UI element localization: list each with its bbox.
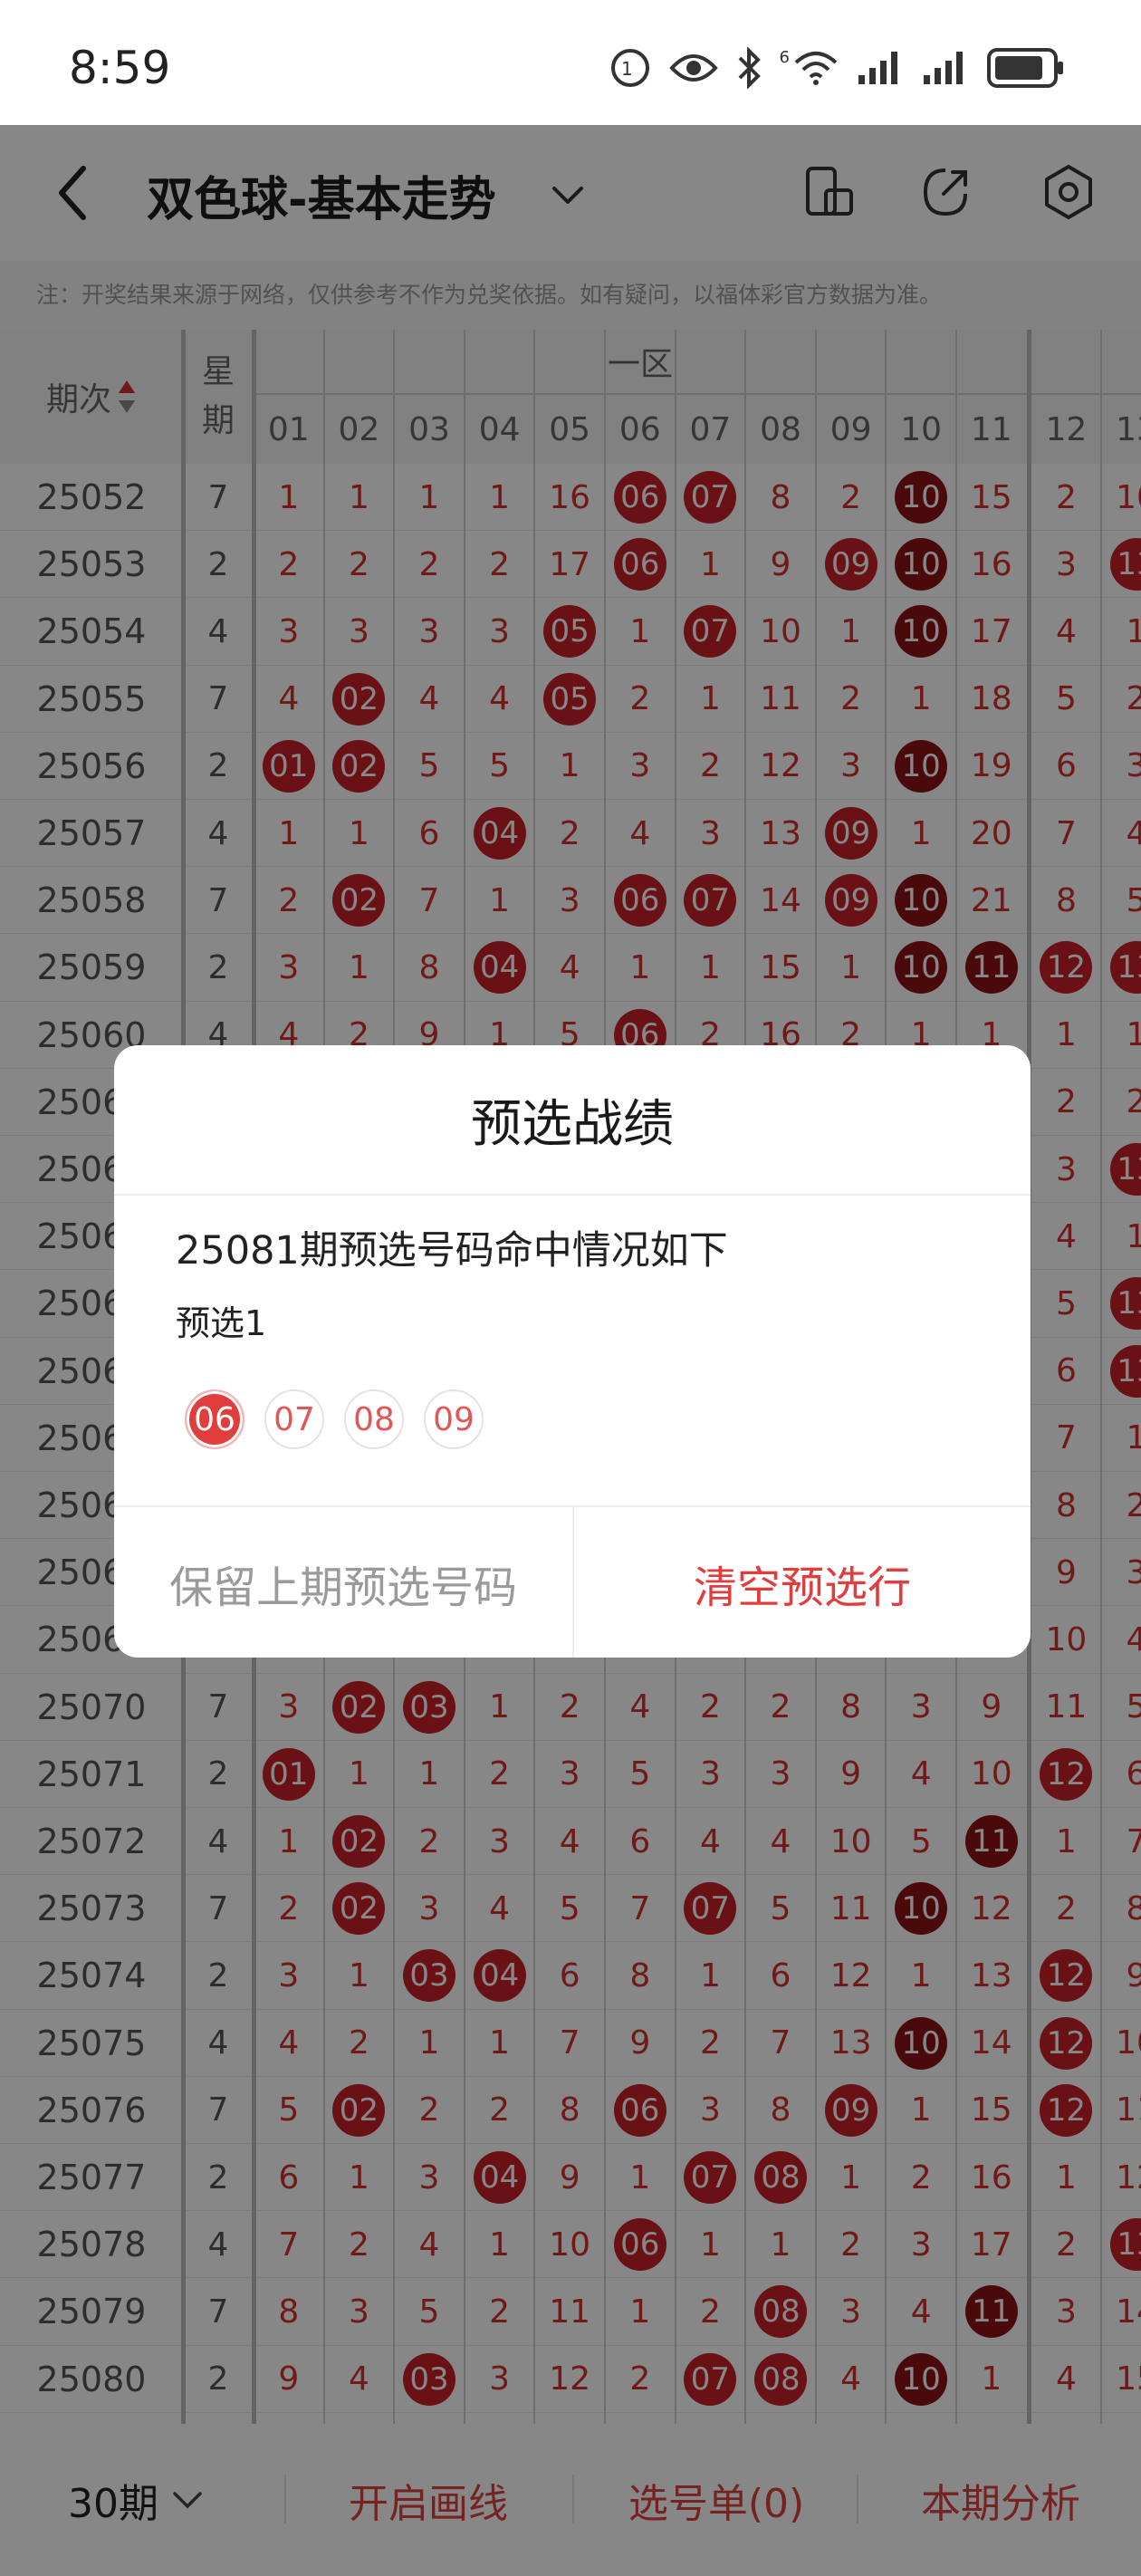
- svg-text:1: 1: [621, 58, 633, 80]
- network-type-label: 6: [779, 47, 790, 67]
- preselect-result-dialog: 预选战绩 25081期预选号码命中情况如下 预选1 06 07 08 09 保留上期预…: [114, 1045, 1031, 1658]
- dialog-message: 25081期预选号码命中情况如下: [176, 1228, 728, 1274]
- wifi-icon: [794, 52, 838, 85]
- preselect-balls: 06 07 08 09: [185, 1389, 484, 1449]
- preselect-ball-hit: 06: [185, 1389, 244, 1449]
- preselect-ball: 09: [424, 1389, 484, 1449]
- signal-icon-sim2: [924, 52, 963, 84]
- signal-icon-sim1: [858, 52, 897, 84]
- preselect-ball: 08: [344, 1389, 404, 1449]
- app-root: 8:59 1 6 双色球-基本走势 注：开奖结果来源于网络，仅供参考不作为兑奖依…: [0, 0, 1141, 2576]
- keep-last-preselect-button[interactable]: 保留上期预选号码: [114, 1507, 572, 1658]
- dialog-footer: 保留上期预选号码 清空预选行: [114, 1505, 1031, 1658]
- preselect-ball: 07: [264, 1389, 324, 1449]
- status-bar: 8:59 1 6: [0, 0, 1141, 125]
- data-saver-icon: 1: [610, 49, 649, 87]
- dialog-title: 预选战绩: [114, 1045, 1031, 1196]
- clear-preselect-button[interactable]: 清空预选行: [574, 1507, 1031, 1658]
- status-time: 8:59: [69, 42, 171, 94]
- eye-icon: [668, 54, 718, 82]
- preselect-label: 预选1: [176, 1303, 267, 1343]
- status-icons: 1 6: [609, 47, 1065, 89]
- bluetooth-icon: [738, 47, 761, 89]
- battery-icon: [987, 48, 1063, 88]
